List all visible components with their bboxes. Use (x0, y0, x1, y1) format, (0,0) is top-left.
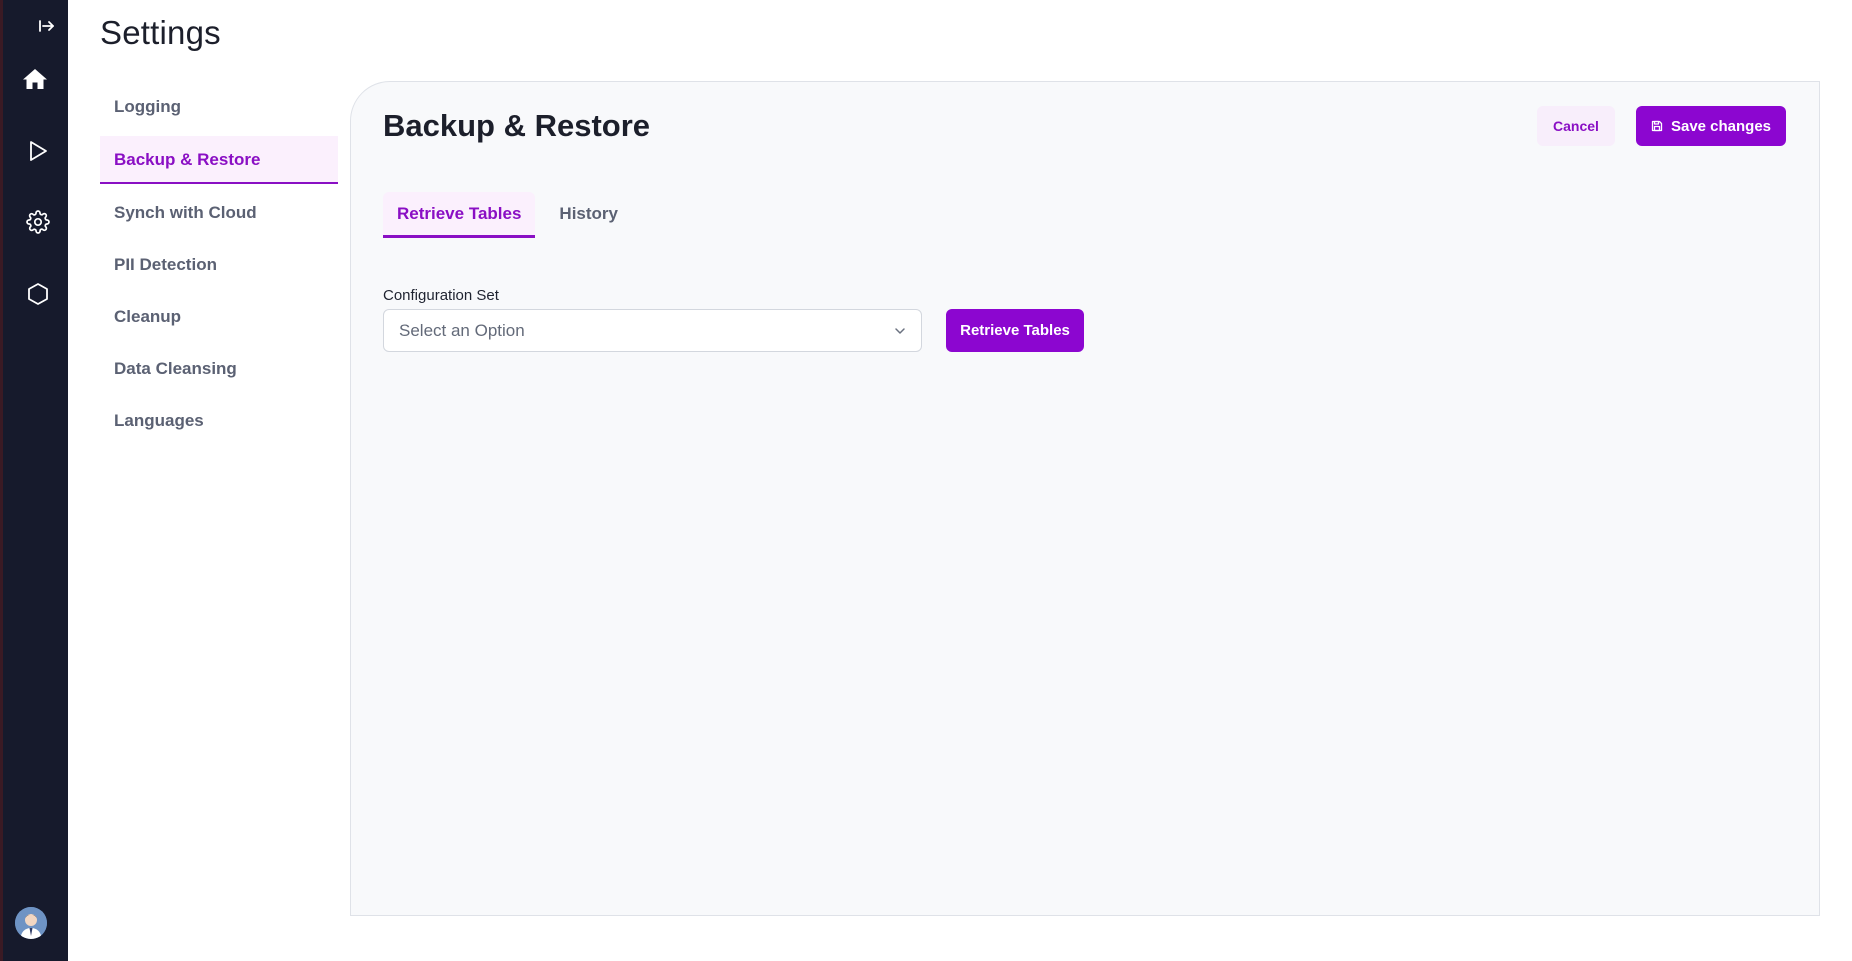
save-changes-label: Save changes (1670, 117, 1772, 135)
settings-nav-synch-with-cloud[interactable]: Synch with Cloud (100, 190, 338, 236)
cancel-button[interactable]: Cancel (1537, 106, 1615, 146)
hexagon-icon[interactable] (25, 281, 51, 307)
gear-icon[interactable] (25, 209, 51, 235)
user-avatar[interactable] (15, 907, 47, 939)
configuration-set-placeholder: Select an Option (399, 321, 525, 340)
settings-nav-pii-detection[interactable]: PII Detection (100, 242, 338, 288)
tab-history[interactable]: History (545, 192, 632, 238)
settings-nav-logging[interactable]: Logging (100, 84, 338, 130)
page-title: Settings (100, 14, 221, 51)
panel-title: Backup & Restore (383, 108, 651, 143)
settings-nav: Logging Backup & Restore Synch with Clou… (100, 84, 338, 450)
configuration-set-label: Configuration Set (383, 287, 499, 304)
icon-rail (0, 0, 68, 961)
settings-nav-languages[interactable]: Languages (100, 398, 338, 444)
save-icon (1651, 120, 1663, 132)
save-changes-button[interactable]: Save changes (1636, 106, 1786, 146)
chevron-down-icon (893, 324, 907, 343)
retrieve-tables-button[interactable]: Retrieve Tables (946, 309, 1084, 352)
expand-sidebar-icon[interactable] (35, 14, 59, 38)
configuration-set-select[interactable]: Select an Option (383, 309, 922, 352)
panel-tabs: Retrieve Tables History (383, 192, 642, 238)
settings-nav-backup-restore[interactable]: Backup & Restore (100, 136, 338, 184)
settings-nav-data-cleansing[interactable]: Data Cleansing (100, 346, 338, 392)
play-icon[interactable] (25, 138, 51, 164)
settings-nav-cleanup[interactable]: Cleanup (100, 294, 338, 340)
tab-retrieve-tables[interactable]: Retrieve Tables (383, 192, 536, 238)
backup-restore-panel: Backup & Restore Cancel Save changes Ret… (350, 81, 1820, 916)
home-icon[interactable] (20, 66, 50, 92)
